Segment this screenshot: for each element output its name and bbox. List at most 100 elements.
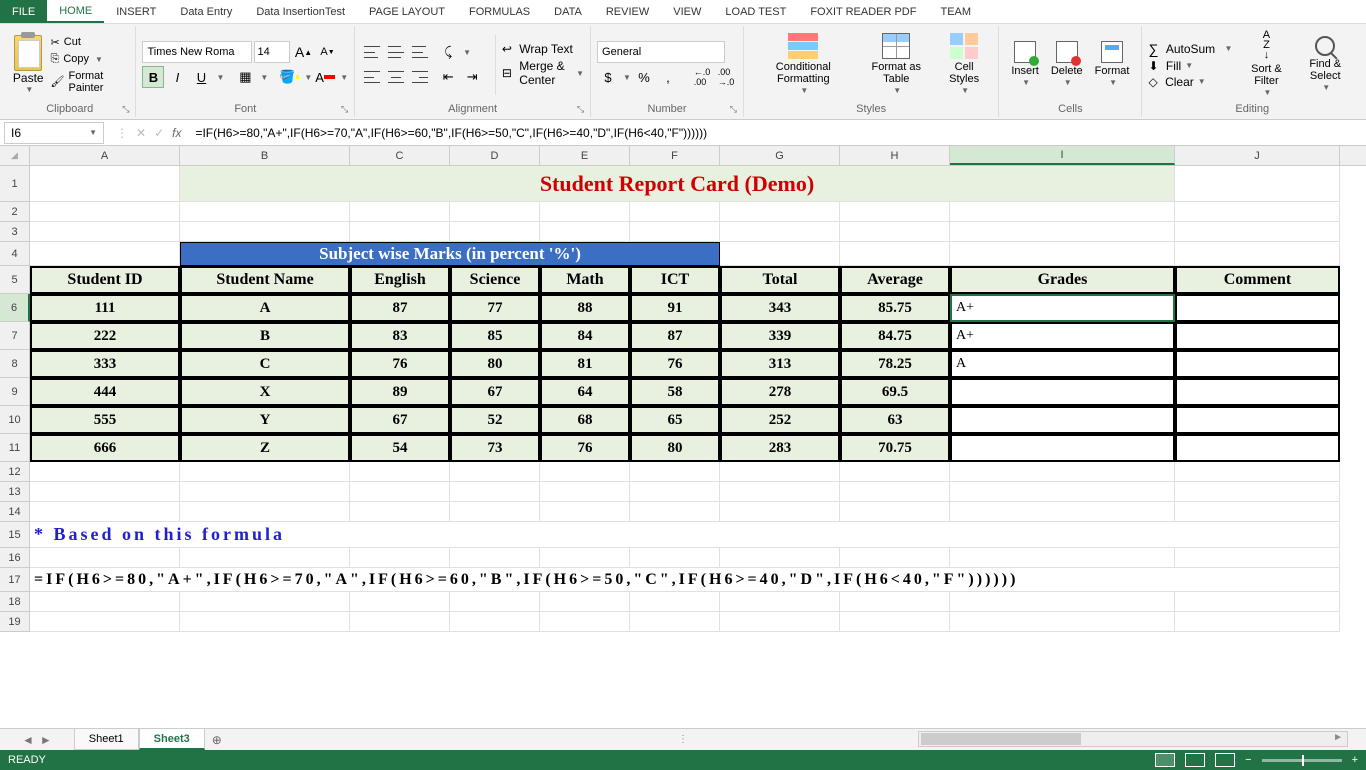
tab-insert[interactable]: INSERT (104, 0, 168, 23)
find-select-button[interactable]: Find & Select▼ (1294, 32, 1356, 97)
cell[interactable]: English (350, 266, 450, 294)
row-header[interactable]: 3 (0, 222, 30, 242)
cell[interactable]: X (180, 378, 350, 406)
column-header-D[interactable]: D (450, 146, 540, 165)
cell[interactable]: 85 (450, 322, 540, 350)
cell[interactable] (450, 462, 540, 482)
cancel-formula-button[interactable]: ✕ (136, 126, 146, 140)
cell[interactable] (540, 202, 630, 222)
cell[interactable]: Grades (950, 266, 1175, 294)
cell[interactable] (450, 612, 540, 632)
cell[interactable]: 222 (30, 322, 180, 350)
cell[interactable]: B (180, 322, 350, 350)
cell[interactable]: 91 (630, 294, 720, 322)
chevron-down-icon[interactable]: ▼ (216, 73, 224, 82)
name-box[interactable]: I6▼ (4, 122, 104, 144)
chevron-down-icon[interactable]: ▼ (623, 73, 631, 82)
dialog-launcher-icon[interactable]: ⤡ (730, 104, 737, 115)
cell[interactable]: 76 (540, 434, 630, 462)
cell[interactable] (1175, 482, 1340, 502)
cell[interactable] (950, 612, 1175, 632)
paste-button[interactable]: Paste ▼ (10, 31, 47, 99)
cell[interactable]: ICT (630, 266, 720, 294)
format-as-table-button[interactable]: Format as Table▼ (857, 29, 936, 100)
cell[interactable]: Math (540, 266, 630, 294)
cell[interactable] (180, 222, 350, 242)
cell[interactable] (30, 222, 180, 242)
decrease-decimal-button[interactable]: .00→.0 (715, 66, 737, 88)
cell[interactable] (1175, 378, 1340, 406)
delete-cells-button[interactable]: Delete▼ (1045, 37, 1089, 92)
decrease-indent-button[interactable]: ⇤ (437, 66, 459, 88)
cell[interactable] (950, 592, 1175, 612)
cell[interactable]: 67 (350, 406, 450, 434)
cell[interactable]: 252 (720, 406, 840, 434)
cell[interactable]: 111 (30, 294, 180, 322)
row-header[interactable]: 5 (0, 266, 30, 294)
tab-data-entry[interactable]: Data Entry (168, 0, 244, 23)
cell[interactable] (350, 612, 450, 632)
horizontal-scrollbar[interactable]: ◄ ► (918, 731, 1348, 747)
tab-page-layout[interactable]: PAGE LAYOUT (357, 0, 457, 23)
cell[interactable] (720, 612, 840, 632)
cell[interactable]: 283 (720, 434, 840, 462)
align-top-button[interactable] (361, 41, 383, 63)
row-header[interactable]: 19 (0, 612, 30, 632)
tab-review[interactable]: REVIEW (594, 0, 661, 23)
cell[interactable] (1175, 242, 1340, 266)
scroll-right-icon[interactable]: ► (1333, 732, 1343, 743)
cell[interactable] (450, 202, 540, 222)
cell[interactable] (1175, 502, 1340, 522)
sheet-nav-last[interactable]: ► (38, 733, 54, 747)
cell[interactable]: 73 (450, 434, 540, 462)
cell[interactable] (1175, 222, 1340, 242)
cell[interactable] (950, 548, 1175, 568)
bold-button[interactable]: B (142, 66, 164, 88)
cell[interactable] (630, 462, 720, 482)
cell[interactable] (350, 482, 450, 502)
cell[interactable] (350, 462, 450, 482)
column-header-I[interactable]: I (950, 146, 1175, 165)
cell[interactable]: 63 (840, 406, 950, 434)
sheet-nav-first[interactable]: ◄ (20, 733, 36, 747)
zoom-slider[interactable] (1262, 759, 1342, 762)
cell[interactable] (840, 482, 950, 502)
normal-view-button[interactable] (1155, 753, 1175, 767)
zoom-out-button[interactable]: − (1245, 754, 1251, 766)
increase-indent-button[interactable]: ⇥ (461, 66, 483, 88)
cell[interactable] (540, 222, 630, 242)
chevron-down-icon[interactable]: ▼ (260, 73, 268, 82)
cell[interactable] (540, 548, 630, 568)
underline-button[interactable]: U (190, 66, 212, 88)
insert-cells-button[interactable]: Insert▼ (1005, 37, 1045, 92)
column-header-A[interactable]: A (30, 146, 180, 165)
cell[interactable] (950, 482, 1175, 502)
align-right-button[interactable] (409, 66, 431, 88)
cell[interactable]: 77 (450, 294, 540, 322)
cell[interactable] (350, 222, 450, 242)
cell[interactable] (840, 592, 950, 612)
cell[interactable] (30, 592, 180, 612)
cell[interactable]: Comment (1175, 266, 1340, 294)
cell[interactable] (30, 482, 180, 502)
autosum-button[interactable]: ∑ AutoSum ▼ (1148, 41, 1232, 57)
cell[interactable]: A (950, 350, 1175, 378)
cell[interactable] (720, 482, 840, 502)
enter-formula-button[interactable]: ✓ (154, 126, 164, 140)
cell[interactable] (540, 592, 630, 612)
merge-center-button[interactable]: ⊟ Merge & Center▼ (502, 59, 584, 87)
cell[interactable] (630, 592, 720, 612)
cell[interactable] (180, 202, 350, 222)
decrease-font-button[interactable]: A▼ (316, 41, 338, 63)
scrollbar-thumb[interactable] (921, 733, 1081, 745)
cell[interactable] (180, 462, 350, 482)
cell[interactable] (720, 462, 840, 482)
formula-input[interactable] (189, 122, 1366, 144)
cell[interactable] (450, 592, 540, 612)
increase-decimal-button[interactable]: ←.0.00 (691, 66, 713, 88)
clear-button[interactable]: ◇ Clear▼ (1148, 75, 1232, 89)
format-painter-button[interactable]: 🖌Format Painter (51, 70, 130, 94)
zoom-in-button[interactable]: + (1352, 754, 1358, 766)
increase-font-button[interactable]: A▲ (292, 41, 314, 63)
cell[interactable]: 78.25 (840, 350, 950, 378)
